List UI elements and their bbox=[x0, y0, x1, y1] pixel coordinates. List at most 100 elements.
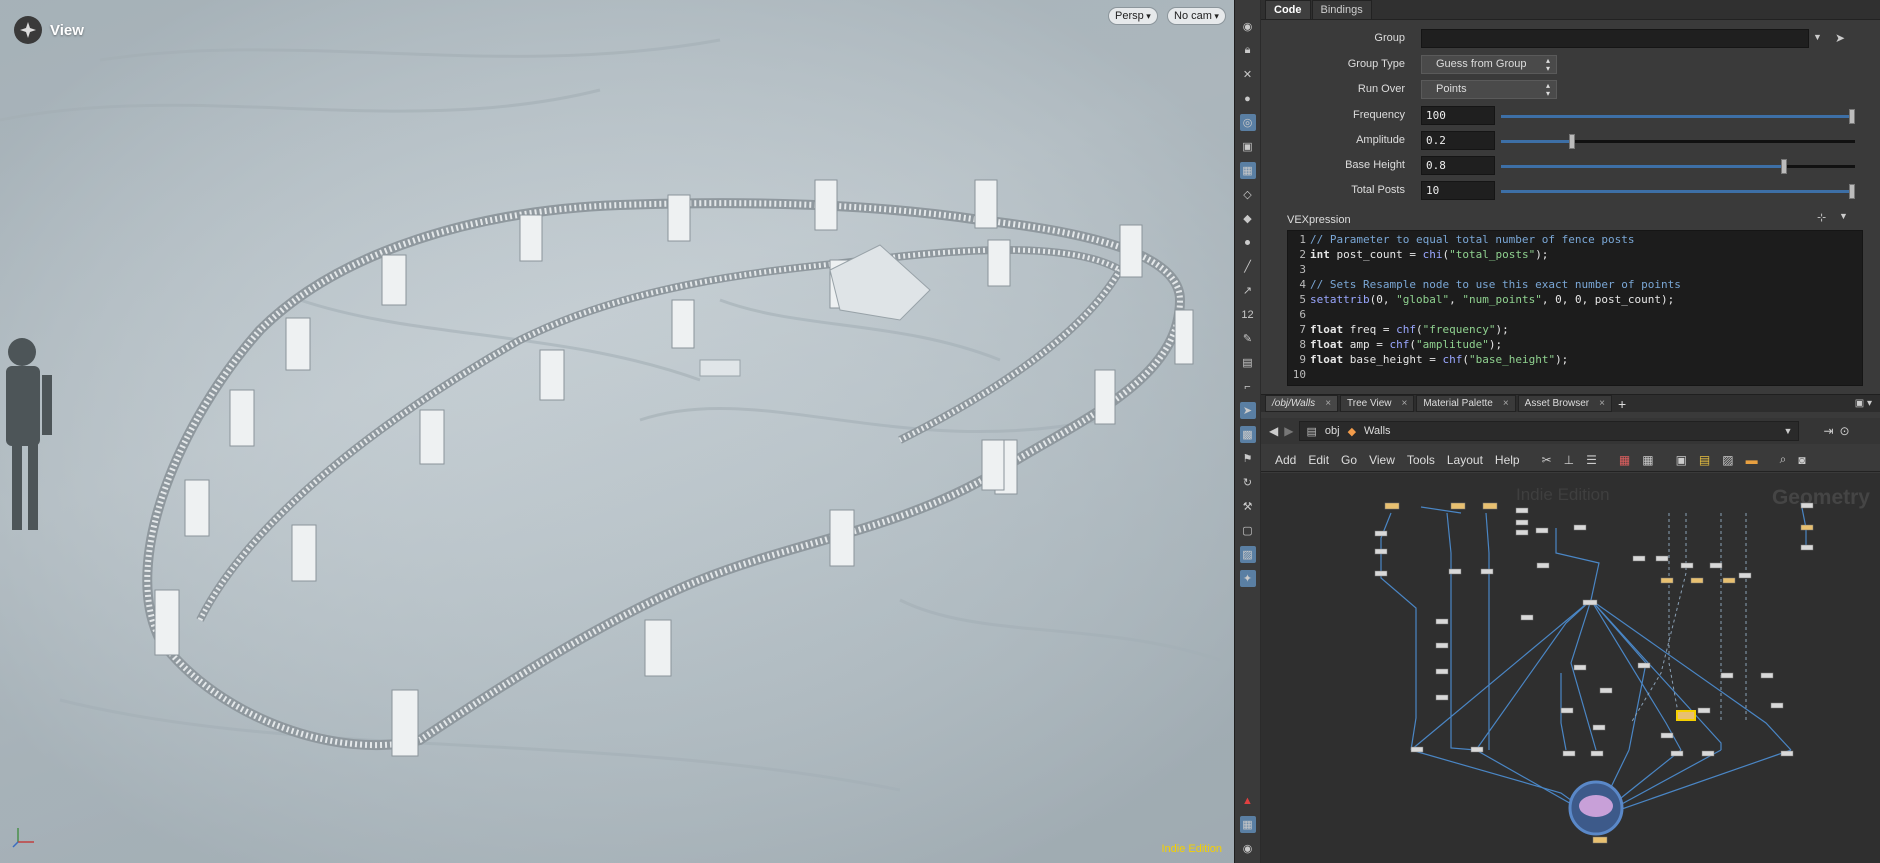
camera-icon[interactable]: ▣ bbox=[1240, 138, 1256, 155]
eye-icon[interactable]: ◉ bbox=[1240, 18, 1256, 35]
flag-icon[interactable]: ⚑ bbox=[1240, 450, 1256, 467]
code-line[interactable]: 1 // Parameter to equal total number of f… bbox=[1288, 232, 1862, 247]
sticky-note-icon[interactable]: ▤ bbox=[1699, 453, 1710, 467]
display-icon[interactable]: ▦ bbox=[1239, 162, 1256, 179]
group-type-row: Group Type Guess from Group bbox=[1261, 55, 1880, 75]
light-icon[interactable]: ✦ bbox=[1239, 570, 1256, 587]
brush-icon[interactable]: ✎ bbox=[1240, 330, 1256, 347]
forward-arrow-icon[interactable]: ▶ bbox=[1284, 424, 1293, 438]
run-over-menu[interactable]: Points bbox=[1421, 80, 1557, 99]
normal-icon[interactable]: ╱ bbox=[1240, 258, 1256, 275]
close-tab-icon[interactable]: × bbox=[1325, 398, 1331, 409]
menu-layout[interactable]: Layout bbox=[1447, 453, 1483, 467]
shading-icon[interactable]: ◆ bbox=[1240, 210, 1256, 227]
color-icon[interactable]: ▩ bbox=[1239, 426, 1256, 443]
menu-tools[interactable]: Tools bbox=[1407, 453, 1435, 467]
box-icon[interactable]: ▢ bbox=[1240, 522, 1256, 539]
base-height-label: Base Height bbox=[1345, 159, 1405, 171]
wrench-icon[interactable]: ✂ bbox=[1542, 453, 1552, 467]
group-dropdown-icon[interactable]: ▼ bbox=[1813, 32, 1822, 42]
add-tab-icon[interactable]: + bbox=[1618, 396, 1626, 412]
tab-material-palette[interactable]: Material Palette × bbox=[1416, 395, 1516, 412]
list-icon[interactable]: ☰ bbox=[1586, 453, 1597, 467]
path-obj[interactable]: obj bbox=[1325, 425, 1340, 437]
rotate-icon[interactable]: ↻ bbox=[1240, 474, 1256, 491]
total-posts-slider[interactable] bbox=[1501, 184, 1855, 199]
vex-dropdown-icon[interactable]: ▼ bbox=[1839, 211, 1848, 221]
node-graph[interactable] bbox=[1261, 473, 1880, 863]
search-icon[interactable]: ⌕ bbox=[1780, 452, 1787, 467]
shape-palette-icon[interactable]: ▦ bbox=[1642, 453, 1653, 467]
camera-menu-button[interactable]: No cam bbox=[1167, 7, 1226, 25]
select-icon[interactable]: ➤ bbox=[1239, 402, 1256, 419]
group-field[interactable] bbox=[1421, 29, 1809, 48]
grid-icon[interactable]: ▤ bbox=[1240, 354, 1256, 371]
total-posts-field[interactable]: 10 bbox=[1421, 181, 1495, 200]
code-line[interactable]: 9 float base_height = chf("base_height"); bbox=[1288, 352, 1862, 367]
menu-help[interactable]: Help bbox=[1495, 453, 1520, 467]
close-tab-icon[interactable]: × bbox=[1503, 398, 1509, 409]
pin-icon[interactable]: ⇥ bbox=[1823, 424, 1833, 438]
amplitude-slider[interactable] bbox=[1501, 134, 1855, 149]
scene-render[interactable] bbox=[0, 0, 1234, 863]
ruler-icon[interactable]: ⌐ bbox=[1240, 378, 1256, 395]
group-type-menu[interactable]: Guess from Group bbox=[1421, 55, 1557, 74]
tree-icon[interactable]: ⊥ bbox=[1564, 453, 1574, 467]
background-image-icon[interactable]: ▨ bbox=[1722, 453, 1733, 467]
lock-icon[interactable]: 🔒︎ bbox=[1240, 42, 1256, 59]
code-line[interactable]: 8 float amp = chf("amplitude"); bbox=[1288, 337, 1862, 352]
close-tab-icon[interactable]: × bbox=[1599, 398, 1605, 409]
run-over-label: Run Over bbox=[1357, 83, 1405, 95]
color-palette-icon[interactable]: ▦ bbox=[1619, 453, 1630, 467]
code-line[interactable]: 7 float freq = chf("frequency"); bbox=[1288, 322, 1862, 337]
tab-tree-view[interactable]: Tree View × bbox=[1340, 395, 1415, 412]
frequency-slider[interactable] bbox=[1501, 109, 1855, 124]
pane-menu-icon[interactable]: ▣ ▾ bbox=[1855, 398, 1872, 409]
close-tab-icon[interactable]: × bbox=[1401, 398, 1407, 409]
code-line[interactable]: 5 setattrib(0, "global", "num_points", 0,… bbox=[1288, 292, 1862, 307]
menu-go[interactable]: Go bbox=[1341, 453, 1357, 467]
close-icon[interactable]: ✕ bbox=[1240, 66, 1256, 83]
layout-icon[interactable]: ▦ bbox=[1239, 816, 1256, 833]
folder-icon[interactable]: ▬ bbox=[1746, 453, 1758, 467]
base-height-slider[interactable] bbox=[1501, 159, 1855, 174]
panel-scrollbar[interactable] bbox=[1872, 80, 1880, 410]
frequency-field[interactable]: 100 bbox=[1421, 106, 1495, 125]
base-height-field[interactable]: 0.8 bbox=[1421, 156, 1495, 175]
image-icon[interactable]: ▨ bbox=[1239, 546, 1256, 563]
code-line[interactable]: 3 bbox=[1288, 262, 1862, 277]
tab-code[interactable]: Code bbox=[1265, 0, 1311, 19]
view-eye-icon[interactable]: ◉ bbox=[1240, 840, 1256, 857]
amplitude-field[interactable]: 0.2 bbox=[1421, 131, 1495, 150]
tab-bindings[interactable]: Bindings bbox=[1311, 0, 1372, 19]
menu-add[interactable]: Add bbox=[1275, 453, 1296, 467]
tool-icon[interactable]: ⚒ bbox=[1240, 498, 1256, 515]
network-editor[interactable]: Indie Edition Geometry bbox=[1261, 473, 1880, 863]
code-line[interactable]: 4 // Sets Resample node to use this exact… bbox=[1288, 277, 1862, 292]
path-dropdown-icon[interactable]: ▼ bbox=[1784, 426, 1793, 436]
sphere-icon[interactable]: ● bbox=[1240, 90, 1256, 107]
scene-viewport[interactable]: View Persp No cam Indie Edition bbox=[0, 0, 1234, 863]
number-icon[interactable]: 12 bbox=[1240, 306, 1256, 323]
path-walls[interactable]: Walls bbox=[1364, 425, 1390, 437]
code-line[interactable]: 2 int post_count = chi("total_posts"); bbox=[1288, 247, 1862, 262]
tab-asset-browser[interactable]: Asset Browser × bbox=[1517, 395, 1612, 412]
snap-icon[interactable]: ◎ bbox=[1239, 114, 1256, 131]
code-line[interactable]: 10 bbox=[1288, 367, 1862, 382]
point-icon[interactable] bbox=[1240, 234, 1256, 251]
menu-edit[interactable]: Edit bbox=[1308, 453, 1329, 467]
image-icon[interactable]: ▣ bbox=[1676, 453, 1687, 467]
camera-icon[interactable]: ◙ bbox=[1798, 453, 1805, 467]
link-icon[interactable]: ⊙ bbox=[1840, 424, 1850, 438]
back-arrow-icon[interactable]: ◀ bbox=[1269, 424, 1278, 438]
tab-obj-walls[interactable]: /obj/Walls × bbox=[1265, 395, 1339, 412]
vex-code-editor[interactable]: 1 // Parameter to equal total number of f… bbox=[1287, 230, 1863, 386]
warning-icon[interactable]: ▲ bbox=[1240, 792, 1256, 809]
vex-tools-icon[interactable]: ⊹ bbox=[1817, 211, 1826, 224]
edge-icon[interactable]: ↗ bbox=[1240, 282, 1256, 299]
select-arrow-icon[interactable]: ➤ bbox=[1835, 31, 1845, 45]
menu-view[interactable]: View bbox=[1369, 453, 1395, 467]
wireframe-icon[interactable]: ◇ bbox=[1240, 186, 1256, 203]
persp-menu-button[interactable]: Persp bbox=[1108, 7, 1158, 25]
code-line[interactable]: 6 bbox=[1288, 307, 1862, 322]
